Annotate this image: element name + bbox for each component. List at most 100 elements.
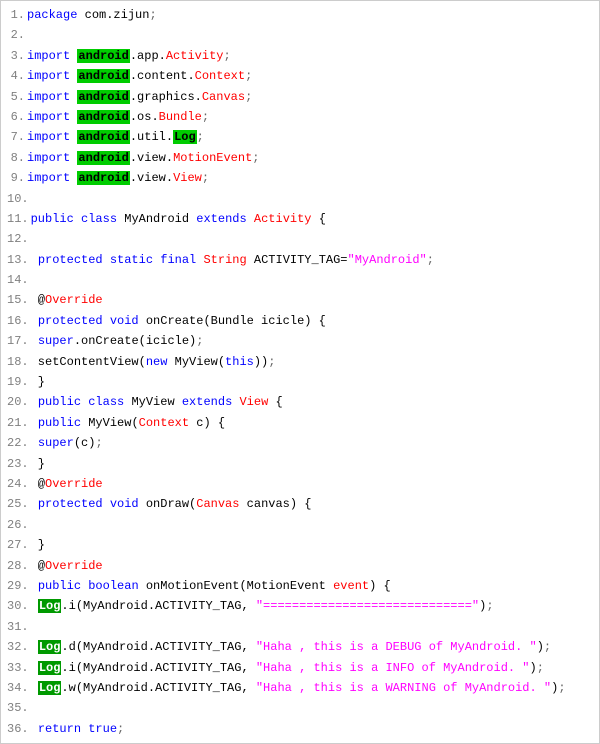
code-line: 33. Log.i(MyAndroid.ACTIVITY_TAG, "Haha … <box>7 658 593 678</box>
line-number: 26. <box>7 515 29 535</box>
code-token: setContentView( <box>31 355 146 369</box>
code-token: ; <box>427 253 434 267</box>
line-number: 16. <box>7 311 29 331</box>
code-token: android <box>77 110 129 124</box>
code-token: View <box>173 171 202 185</box>
code-token: Log <box>38 681 62 695</box>
code-token: MyView <box>124 395 182 409</box>
code-token: true <box>88 722 117 736</box>
code-token: ; <box>149 8 156 22</box>
code-token: } <box>31 375 45 389</box>
code-token: void <box>110 497 139 511</box>
code-token: "Haha , this is a WARNING of MyAndroid. … <box>256 681 551 695</box>
code-token: class <box>81 212 117 226</box>
code-token: "=============================" <box>256 599 479 613</box>
code-token: android <box>77 171 129 185</box>
line-number: 19. <box>7 372 29 392</box>
code-token: ; <box>486 599 493 613</box>
code-token: android <box>77 151 129 165</box>
line-number: 13. <box>7 250 29 270</box>
code-token: .view. <box>130 171 173 185</box>
code-token <box>31 640 38 654</box>
code-token: package <box>27 8 77 22</box>
line-number: 29. <box>7 576 29 596</box>
code-token: ) <box>530 661 537 675</box>
code-token: .app. <box>130 49 166 63</box>
line-number: 30. <box>7 596 29 616</box>
code-token <box>31 436 38 450</box>
code-line: 29. public boolean onMotionEvent(MotionE… <box>7 576 593 596</box>
code-token: MyView( <box>167 355 225 369</box>
code-token: import <box>27 151 70 165</box>
code-token: public <box>38 579 81 593</box>
code-token: Log <box>38 599 62 613</box>
code-token: ; <box>268 355 275 369</box>
code-token: Context <box>195 69 245 83</box>
code-token: import <box>27 49 70 63</box>
line-number: 7. <box>7 127 25 147</box>
code-token: super <box>38 334 74 348</box>
code-line: 15. @Override <box>7 290 593 310</box>
code-token: static <box>110 253 153 267</box>
code-token: Log <box>173 130 197 144</box>
code-token <box>103 497 110 511</box>
code-token: import <box>27 171 70 185</box>
code-token: MyView( <box>81 416 139 430</box>
code-token: return <box>38 722 81 736</box>
code-token: class <box>88 395 124 409</box>
code-token: android <box>77 130 129 144</box>
code-token: canvas) { <box>239 497 311 511</box>
code-line: 10. <box>7 189 593 209</box>
code-token: .i(MyAndroid.ACTIVITY_TAG, <box>61 661 255 675</box>
code-token: @ <box>31 293 45 307</box>
code-line: 5.import android.graphics.Canvas; <box>7 87 593 107</box>
code-token: .graphics. <box>130 90 202 104</box>
code-line: 8.import android.view.MotionEvent; <box>7 148 593 168</box>
code-token: new <box>146 355 168 369</box>
code-line: 1.package com.zijun; <box>7 5 593 25</box>
code-line: 18. setContentView(new MyView(this)); <box>7 352 593 372</box>
code-token: boolean <box>88 579 138 593</box>
code-token <box>103 314 110 328</box>
code-line: 12. <box>7 229 593 249</box>
code-token: .w(MyAndroid.ACTIVITY_TAG, <box>61 681 255 695</box>
code-line: 36. return true; <box>7 719 593 739</box>
code-token: import <box>27 130 70 144</box>
code-token: extends <box>196 212 246 226</box>
code-token: ; <box>202 171 209 185</box>
line-number: 18. <box>7 352 29 372</box>
code-token: ; <box>197 130 204 144</box>
code-token: ; <box>252 151 259 165</box>
code-token: View <box>239 395 268 409</box>
code-token: public <box>38 416 81 430</box>
code-token <box>31 253 38 267</box>
line-number: 9. <box>7 168 25 188</box>
code-line: 26. <box>7 515 593 535</box>
code-token <box>31 579 38 593</box>
code-token: @ <box>31 477 45 491</box>
code-token: Canvas <box>202 90 245 104</box>
code-line: 24. @Override <box>7 474 593 494</box>
code-token: Canvas <box>196 497 239 511</box>
code-token: .d(MyAndroid.ACTIVITY_TAG, <box>61 640 255 654</box>
code-line: 13. protected static final String ACTIVI… <box>7 250 593 270</box>
code-line: 4.import android.content.Context; <box>7 66 593 86</box>
code-line: 20. public class MyView extends View { <box>7 392 593 412</box>
code-token: .i(MyAndroid.ACTIVITY_TAG, <box>61 599 255 613</box>
line-number: 35. <box>7 698 29 718</box>
code-token: ; <box>245 69 252 83</box>
line-number: 11. <box>7 209 29 229</box>
code-token: import <box>27 110 70 124</box>
code-listing: 1.package com.zijun;2.3.import android.a… <box>7 5 593 739</box>
line-number: 33. <box>7 658 29 678</box>
code-token: Context <box>139 416 189 430</box>
code-line: 21. public MyView(Context c) { <box>7 413 593 433</box>
code-line: 30. Log.i(MyAndroid.ACTIVITY_TAG, "=====… <box>7 596 593 616</box>
line-number: 31. <box>7 617 29 637</box>
code-token: { <box>268 395 282 409</box>
code-token <box>31 416 38 430</box>
code-token: ACTIVITY_TAG= <box>247 253 348 267</box>
code-token: Activity <box>166 49 224 63</box>
line-number: 6. <box>7 107 25 127</box>
line-number: 1. <box>7 5 25 25</box>
